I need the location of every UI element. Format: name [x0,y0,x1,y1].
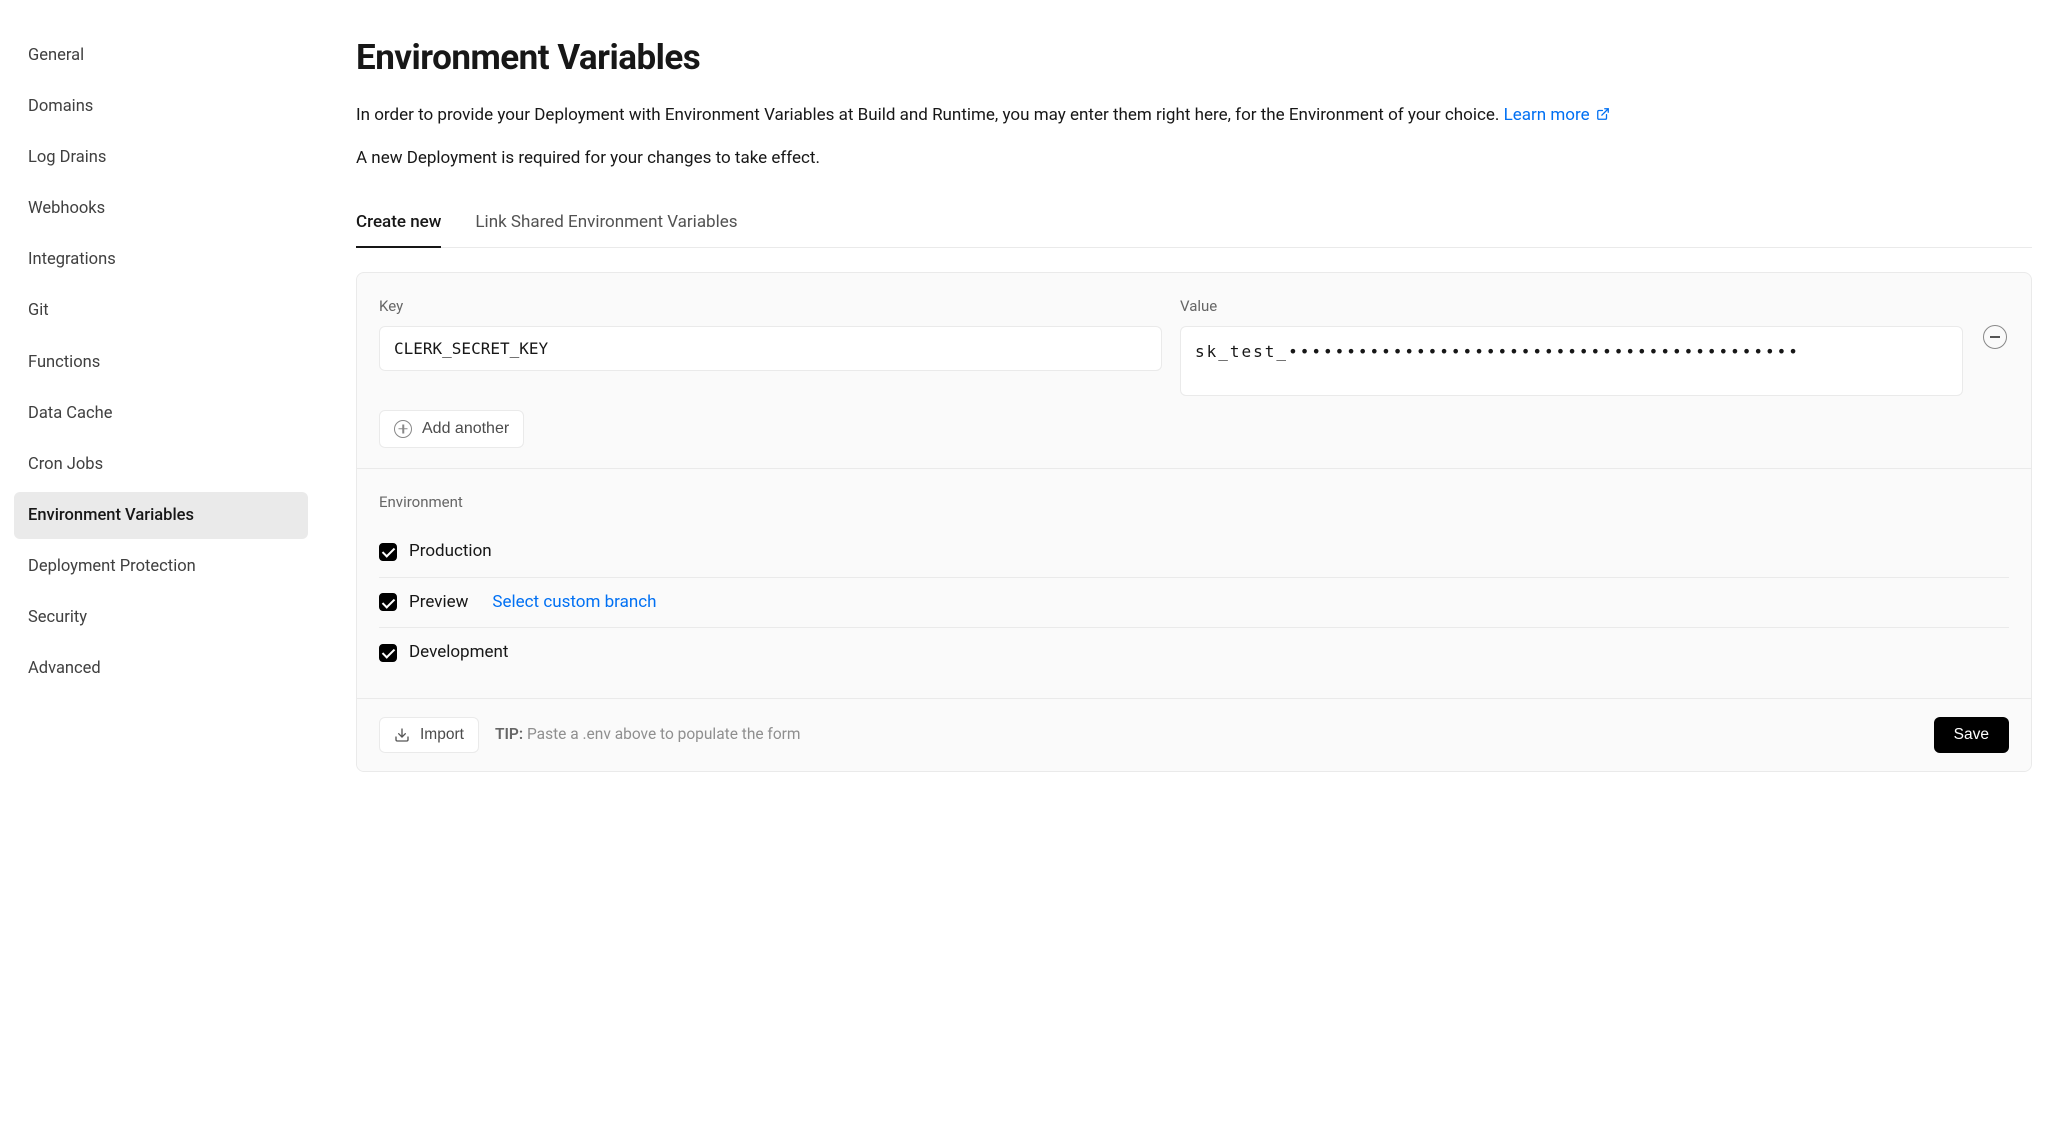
external-link-icon [1596,107,1610,121]
checkbox-preview[interactable] [379,593,397,611]
sidebar-item-label: Cron Jobs [28,453,103,476]
sidebar-item-log-drains[interactable]: Log Drains [14,134,308,181]
env-key-input[interactable] [379,326,1162,371]
sidebar-item-deployment-protection[interactable]: Deployment Protection [14,543,308,590]
page-title: Environment Variables [356,32,2032,85]
add-another-label: Add another [422,420,509,438]
sidebar-item-label: Domains [28,95,93,118]
sidebar-item-git[interactable]: Git [14,287,308,334]
value-label: Value [1180,295,1963,318]
sidebar-item-domains[interactable]: Domains [14,83,308,130]
key-label: Key [379,295,1162,318]
plus-icon [394,420,412,438]
sidebar-item-label: Deployment Protection [28,555,196,578]
env-tabs: Create new Link Shared Environment Varia… [356,200,2032,249]
deployment-note: A new Deployment is required for your ch… [356,146,2032,172]
learn-more-label: Learn more [1504,105,1590,125]
sidebar-item-label: Advanced [28,657,101,680]
sidebar-item-general[interactable]: General [14,32,308,79]
tab-link-shared[interactable]: Link Shared Environment Variables [475,200,737,248]
sidebar-item-webhooks[interactable]: Webhooks [14,185,308,232]
env-row-production: Production [379,527,2009,577]
env-row-preview: Preview Select custom branch [379,577,2009,628]
sidebar-item-label: Security [28,606,87,629]
sidebar-item-label: Webhooks [28,197,105,220]
env-name: Production [409,539,492,565]
save-button[interactable]: Save [1934,717,2009,753]
import-label: Import [420,726,464,744]
minus-icon [1990,336,2000,338]
key-value-section: Key Value sk_test_••••••••••••••••••••••… [357,273,2031,468]
env-name: Development [409,640,508,666]
checkbox-development[interactable] [379,644,397,662]
sidebar-item-environment-variables[interactable]: Environment Variables [14,492,308,539]
sidebar-item-label: Functions [28,351,100,374]
main-content: Environment Variables In order to provid… [356,32,2032,772]
sidebar-item-cron-jobs[interactable]: Cron Jobs [14,441,308,488]
sidebar-item-label: Git [28,299,49,322]
learn-more-link[interactable]: Learn more [1504,105,1610,125]
env-row-development: Development [379,627,2009,678]
env-name: Preview [409,590,468,616]
environment-section-label: Environment [379,491,2009,514]
tab-create-new[interactable]: Create new [356,200,441,248]
sidebar-item-label: Environment Variables [28,504,194,527]
env-form-card: Key Value sk_test_••••••••••••••••••••••… [356,272,2032,772]
sidebar-item-integrations[interactable]: Integrations [14,236,308,283]
sidebar-item-functions[interactable]: Functions [14,339,308,386]
select-custom-branch-link[interactable]: Select custom branch [492,590,656,616]
card-footer: Import TIP: Paste a .env above to popula… [357,698,2031,771]
sidebar-item-data-cache[interactable]: Data Cache [14,390,308,437]
footer-tip: TIP: Paste a .env above to populate the … [495,723,801,746]
sidebar-item-label: General [28,44,84,67]
settings-sidebar: General Domains Log Drains Webhooks Inte… [8,32,308,772]
sidebar-item-advanced[interactable]: Advanced [14,645,308,692]
sidebar-item-label: Data Cache [28,402,112,425]
import-button[interactable]: Import [379,717,479,753]
sidebar-item-label: Log Drains [28,146,106,169]
sidebar-item-security[interactable]: Security [14,594,308,641]
download-icon [394,727,410,743]
page-intro: In order to provide your Deployment with… [356,103,2032,129]
remove-row-button[interactable] [1983,325,2007,349]
add-another-button[interactable]: Add another [379,410,524,448]
intro-text: In order to provide your Deployment with… [356,105,1504,125]
tip-label: TIP: [495,725,523,743]
sidebar-item-label: Integrations [28,248,116,271]
tip-text: Paste a .env above to populate the form [523,725,800,743]
environment-section: Environment Production Preview Select cu… [357,468,2031,698]
env-value-input[interactable]: sk_test_••••••••••••••••••••••••••••••••… [1180,326,1963,396]
checkbox-production[interactable] [379,543,397,561]
